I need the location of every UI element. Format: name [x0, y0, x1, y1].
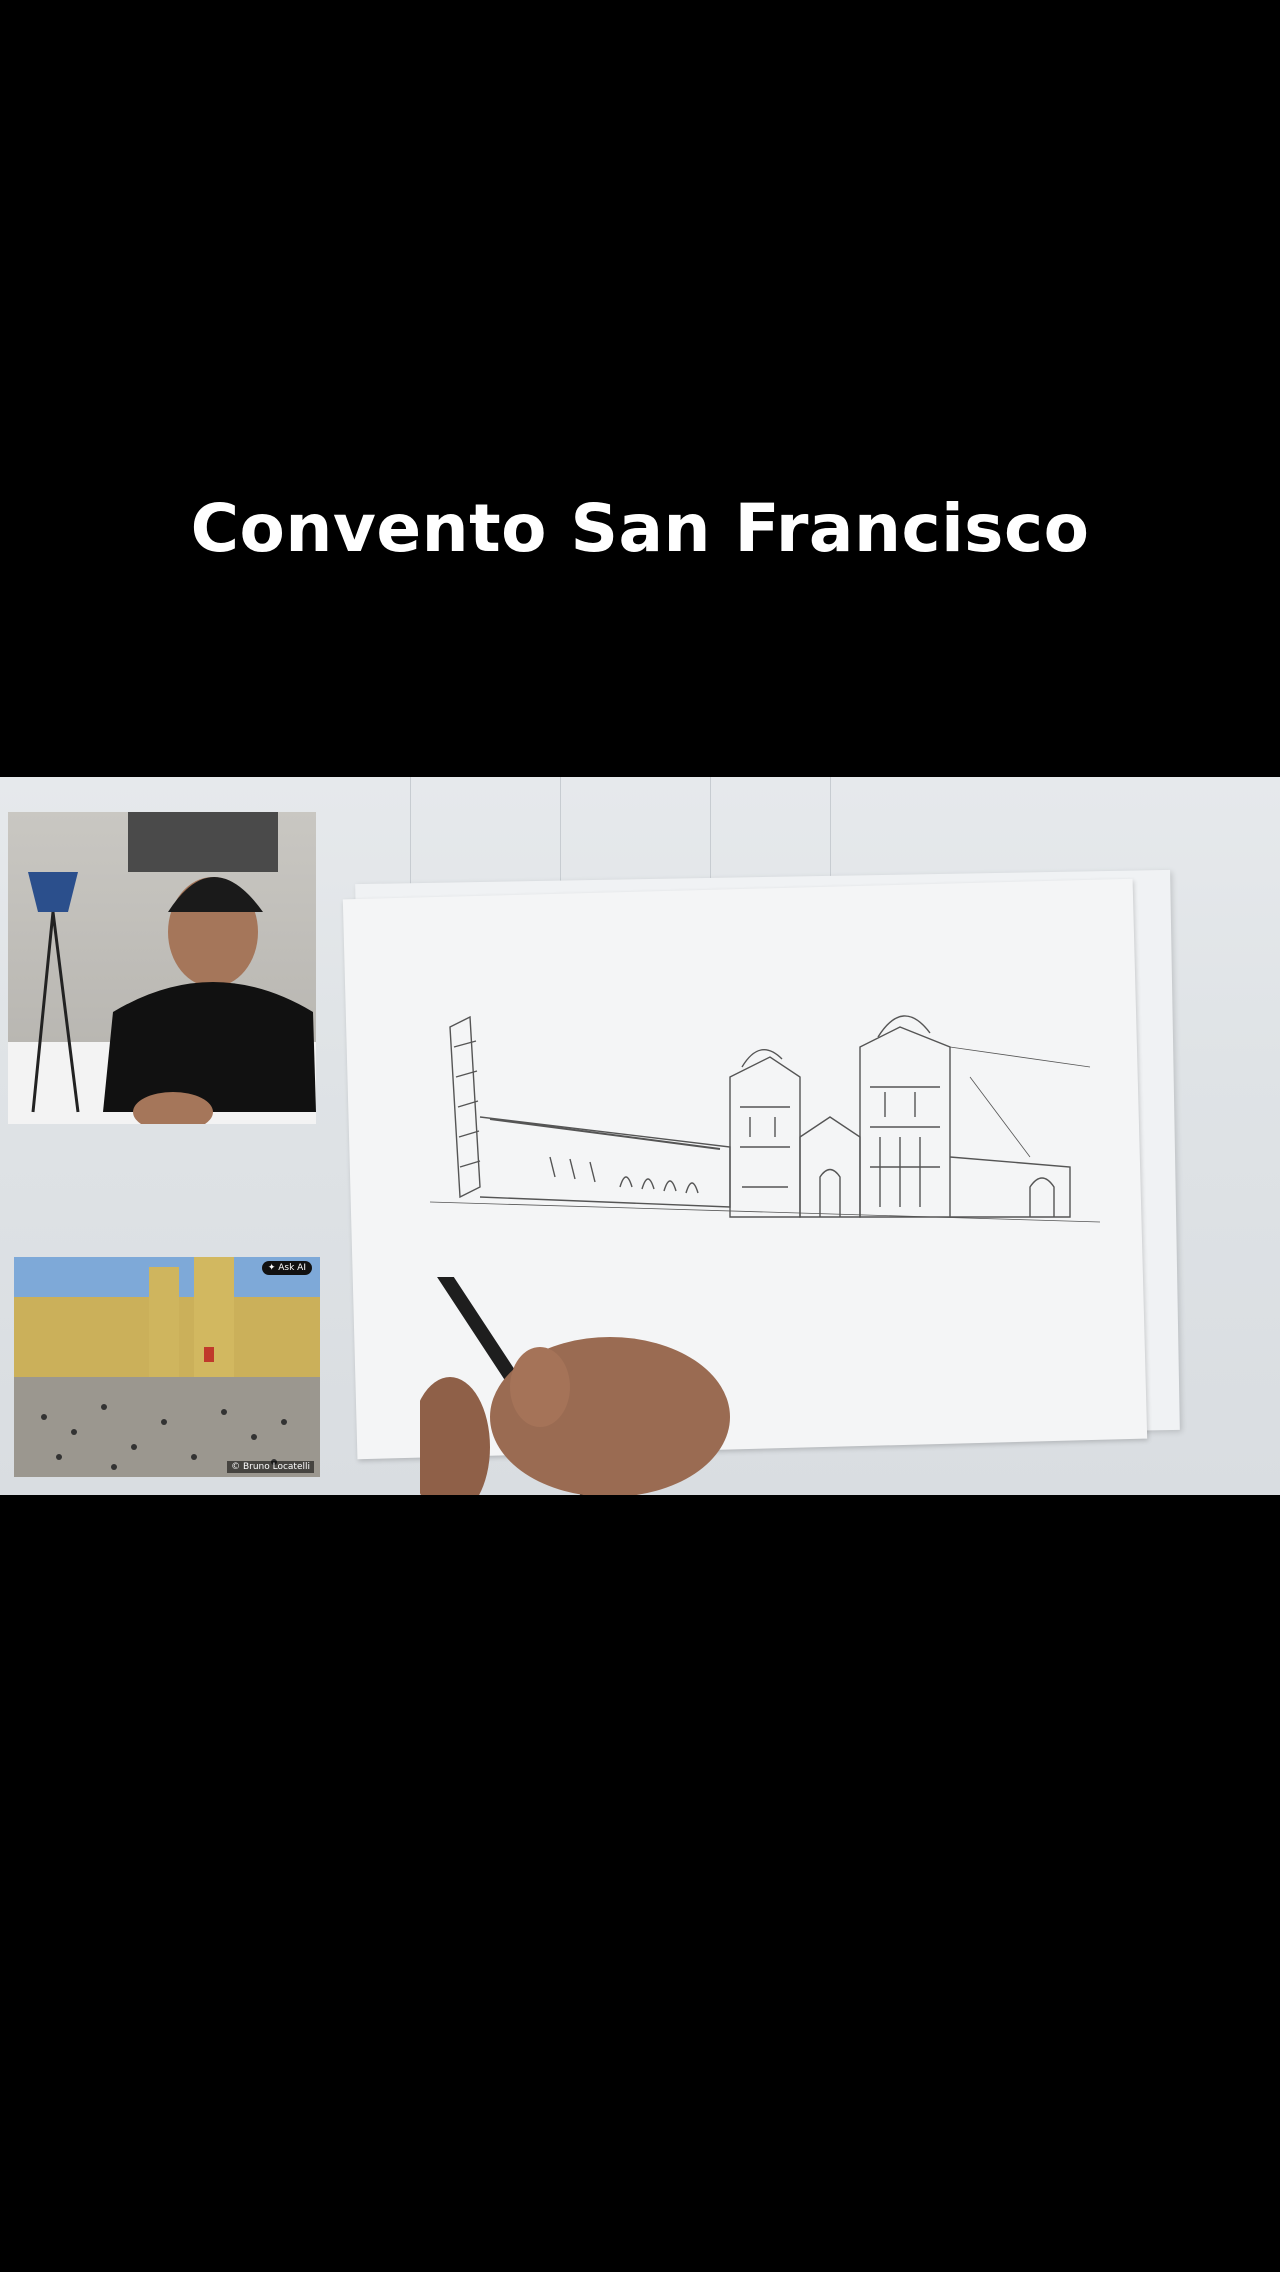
desk-seam — [560, 777, 561, 897]
video-frame[interactable]: ✦ Ask AI © Bruno Locatelli — [0, 777, 1280, 1495]
sparkle-icon: ✦ — [267, 1263, 276, 1273]
webcam-overlay — [8, 812, 316, 1124]
video-title: Convento San Francisco — [190, 490, 1090, 567]
convent-photo-image — [14, 1257, 320, 1477]
drawing-hand — [420, 1277, 730, 1495]
ask-ai-label: Ask AI — [278, 1263, 306, 1273]
ask-ai-badge[interactable]: ✦ Ask AI — [261, 1261, 312, 1275]
reference-photo: ✦ Ask AI © Bruno Locatelli — [14, 1257, 320, 1477]
desk-seam — [410, 777, 411, 897]
artist-figure — [28, 812, 316, 1124]
photo-credit: © Bruno Locatelli — [227, 1461, 314, 1473]
pencil-sketch — [430, 1015, 1101, 1223]
